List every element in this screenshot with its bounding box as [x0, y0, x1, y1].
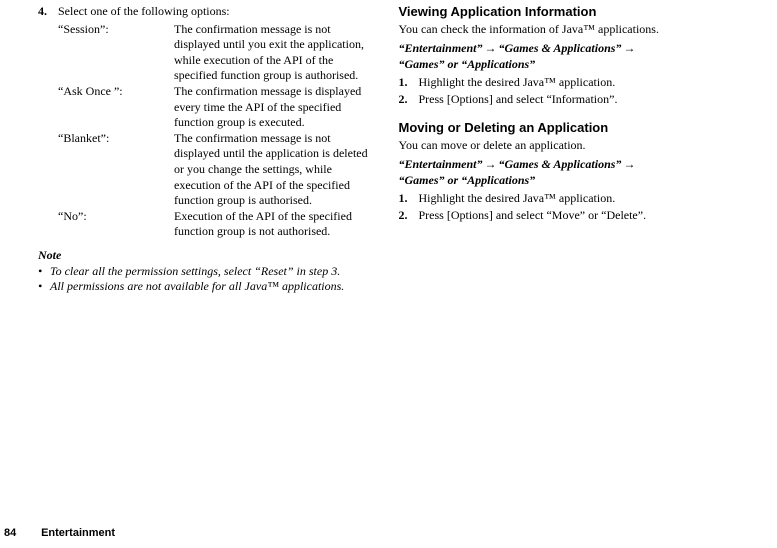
bullet-mark: •: [38, 279, 50, 295]
nav-path-1: “Entertainment”→“Games & Applications”→“…: [399, 41, 760, 72]
step-text: Highlight the desired Java™ application.: [419, 191, 760, 207]
bullet-text: All permissions are not available for al…: [50, 279, 375, 295]
footer-title: Entertainment: [41, 526, 115, 540]
step-2b: 2. Press [Options] and select “Move” or …: [399, 208, 760, 224]
option-desc: The confirmation message is not displaye…: [174, 22, 375, 84]
bullet-text: To clear all the permission settings, se…: [50, 264, 375, 280]
bullet-mark: •: [38, 264, 50, 280]
nav-path-2: “Entertainment”→“Games & Applications”→“…: [399, 157, 760, 188]
step-1b: 1. Highlight the desired Java™ applicati…: [399, 191, 760, 207]
right-column: Viewing Application Information You can …: [389, 4, 777, 295]
option-desc: Execution of the API of the specified fu…: [174, 209, 375, 240]
step-text: Select one of the following options:: [58, 4, 375, 20]
body-viewing-info: You can check the information of Java™ a…: [399, 22, 760, 38]
option-no: “No”: Execution of the API of the specif…: [58, 209, 375, 240]
heading-moving-deleting: Moving or Deleting an Application: [399, 120, 760, 137]
option-session: “Session”: The confirmation message is n…: [58, 22, 375, 84]
option-desc: The confirmation message is displayed ev…: [174, 84, 375, 131]
option-label: “Blanket”:: [58, 131, 174, 209]
path-part: “Entertainment”: [399, 41, 483, 55]
step-4: 4. Select one of the following options:: [38, 4, 375, 20]
page-footer: 84 Entertainment: [0, 526, 115, 540]
heading-viewing-info: Viewing Application Information: [399, 4, 760, 21]
step-text: Press [Options] and select “Information”…: [419, 92, 760, 108]
path-part: “Games” or “Applications”: [399, 173, 536, 187]
body-moving-deleting: You can move or delete an application.: [399, 138, 760, 154]
left-column: 4. Select one of the following options: …: [0, 4, 389, 295]
option-label: “Ask Once ”:: [58, 84, 174, 131]
options-list: “Session”: The confirmation message is n…: [58, 22, 375, 240]
option-blanket: “Blanket”: The confirmation message is n…: [58, 131, 375, 209]
path-part: “Games” or “Applications”: [399, 57, 536, 71]
option-ask-once: “Ask Once ”: The confirmation message is…: [58, 84, 375, 131]
path-part: “Games & Applications”: [499, 157, 622, 171]
page-number: 84: [0, 526, 38, 540]
step-number: 1.: [399, 191, 419, 207]
arrow-icon: →: [621, 157, 637, 171]
option-label: “Session”:: [58, 22, 174, 84]
note-bullet-1: • To clear all the permission settings, …: [38, 264, 375, 280]
step-text: Press [Options] and select “Move” or “De…: [419, 208, 760, 224]
step-1a: 1. Highlight the desired Java™ applicati…: [399, 75, 760, 91]
step-number: 2.: [399, 92, 419, 108]
note-bullet-2: • All permissions are not available for …: [38, 279, 375, 295]
arrow-icon: →: [621, 41, 637, 55]
path-part: “Entertainment”: [399, 157, 483, 171]
note-heading: Note: [38, 248, 375, 264]
option-label: “No”:: [58, 209, 174, 240]
path-part: “Games & Applications”: [499, 41, 622, 55]
step-text: Highlight the desired Java™ application.: [419, 75, 760, 91]
arrow-icon: →: [483, 41, 499, 55]
step-number: 2.: [399, 208, 419, 224]
step-number: 4.: [38, 4, 58, 20]
step-2a: 2. Press [Options] and select “Informati…: [399, 92, 760, 108]
option-desc: The confirmation message is not displaye…: [174, 131, 375, 209]
step-number: 1.: [399, 75, 419, 91]
arrow-icon: →: [483, 157, 499, 171]
